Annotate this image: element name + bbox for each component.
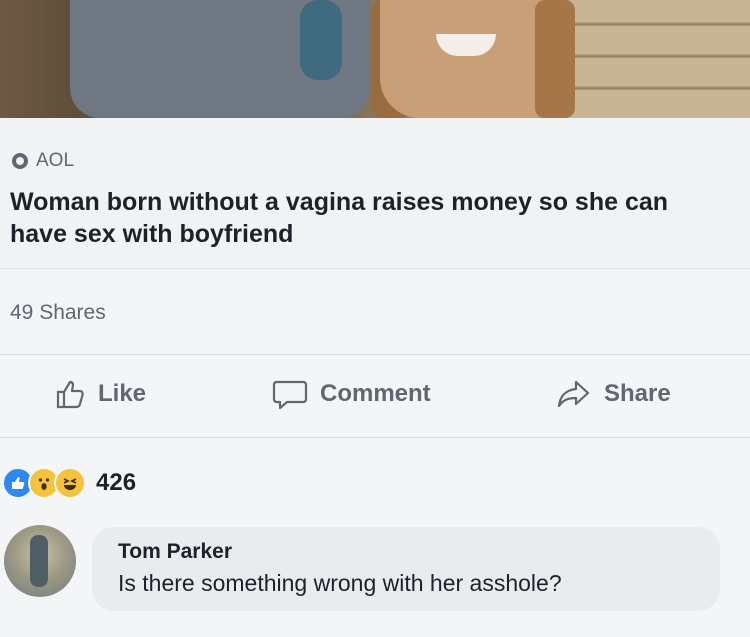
- haha-reaction-icon: [54, 467, 86, 499]
- comment-text: Is there something wrong with her asshol…: [118, 570, 562, 596]
- woman-hair-right: [535, 0, 575, 118]
- thumbs-up-icon: [56, 380, 84, 409]
- comment-icon: [272, 380, 308, 410]
- like-label: Like: [98, 380, 147, 407]
- divider-top: [0, 354, 750, 355]
- commenter-name[interactable]: Tom Parker: [118, 540, 232, 564]
- source-logo-icon: [12, 153, 28, 169]
- comment-label: Comment: [320, 380, 431, 407]
- share-label: Share: [604, 380, 671, 407]
- reactions-summary[interactable]: 426: [2, 467, 136, 499]
- comment-button[interactable]: Comment: [272, 378, 431, 410]
- avatar-figure: [30, 535, 48, 587]
- like-button[interactable]: Like: [54, 378, 146, 410]
- commenter-avatar[interactable]: [4, 525, 76, 597]
- shares-count[interactable]: 49 Shares: [10, 301, 106, 325]
- share-button[interactable]: Share: [556, 378, 671, 410]
- share-arrow-icon: [557, 380, 590, 408]
- divider-bottom: [0, 437, 750, 438]
- source-name: AOL: [36, 150, 75, 171]
- reaction-count: 426: [96, 469, 137, 496]
- background-wood: [560, 0, 750, 118]
- source-line: AOL: [12, 150, 74, 172]
- article-headline[interactable]: Woman born without a vagina raises money…: [10, 186, 730, 250]
- article-photo[interactable]: [0, 0, 750, 118]
- sunglasses-shape: [300, 0, 342, 80]
